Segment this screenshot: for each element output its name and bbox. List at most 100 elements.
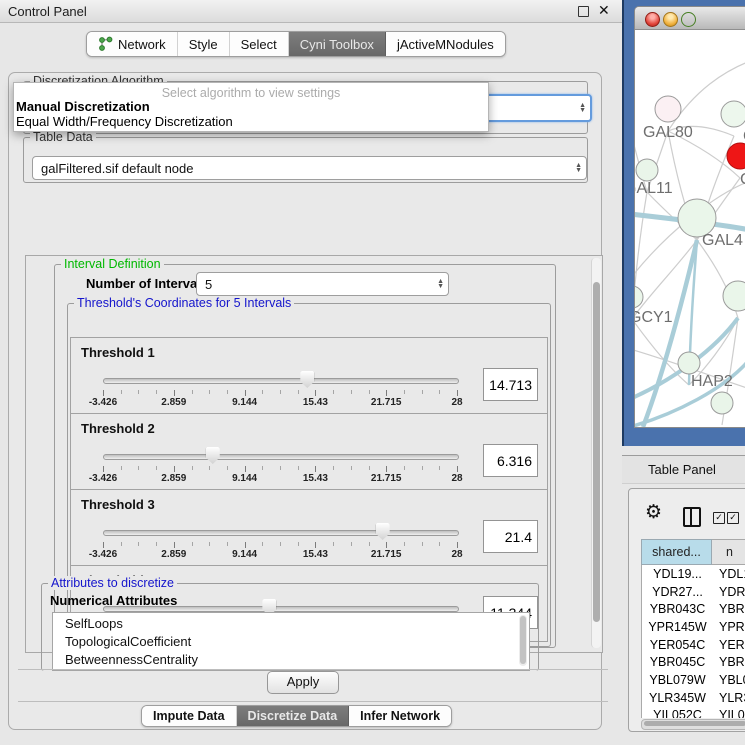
tick-mark (192, 390, 193, 394)
checkbox-icon[interactable]: ✓ (713, 512, 725, 524)
network-node[interactable] (635, 286, 643, 308)
attribute-list-item[interactable]: BetweennessCentrality (53, 651, 529, 669)
column-header-name[interactable]: n (712, 539, 745, 565)
network-canvas[interactable]: GAL80GCGAL11GAL4GCY1HHAP2 (635, 29, 745, 427)
tick-mark (315, 390, 316, 396)
control-panel-tabs: Network Style Select Cyni Toolbox jActiv… (86, 31, 506, 57)
tick-label: 9.144 (220, 473, 270, 484)
divider (18, 669, 608, 670)
popup-option-equal-width-frequency[interactable]: Equal Width/Frequency Discretization (16, 114, 233, 129)
tab-select[interactable]: Select (230, 32, 289, 56)
table-row[interactable]: YER054CYER0 (642, 636, 745, 654)
tick-mark (422, 390, 423, 394)
tick-mark (138, 390, 139, 394)
table-row[interactable]: YBL079WYBL0 (642, 671, 745, 689)
cell-name: YBR0 (713, 602, 745, 616)
column-header-shared-name[interactable]: shared... (641, 539, 712, 565)
list-scrollbar[interactable] (519, 615, 527, 666)
tick-label: -3.426 (78, 397, 128, 408)
threshold-slider-track[interactable] (103, 530, 459, 536)
network-node[interactable] (721, 101, 745, 127)
attribute-list-item[interactable]: SelfLoops (53, 615, 529, 633)
tab-discretize-data[interactable]: Discretize Data (237, 706, 350, 726)
cell-shared-name: YLR345W (642, 691, 713, 705)
tick-label: 9.144 (220, 397, 270, 408)
network-window-titlebar[interactable] (635, 7, 745, 30)
threshold-slider-thumb[interactable] (300, 371, 314, 388)
node-label: GAL11 (635, 180, 673, 197)
threshold-value-field[interactable]: 14.713 (483, 368, 538, 401)
close-icon[interactable]: ✕ (598, 2, 610, 19)
table-row[interactable]: YPR145WYPR1 (642, 618, 745, 636)
tick-mark (121, 542, 122, 546)
table-row[interactable]: YDL19...YDL1 (642, 565, 745, 583)
table-row[interactable]: YDR27...YDR2 (642, 583, 745, 601)
threshold-slider-track[interactable] (103, 378, 459, 384)
table-data-combobox[interactable]: galFiltered.sif default node ▲▼ (32, 156, 587, 180)
network-node[interactable] (636, 159, 658, 181)
tick-label: 15.43 (290, 549, 340, 560)
float-window-icon[interactable] (578, 6, 589, 17)
threshold-value-field[interactable]: 21.4 (483, 520, 538, 553)
tick-mark (245, 542, 246, 548)
tick-label: 15.43 (290, 473, 340, 484)
tick-mark (156, 466, 157, 470)
network-node[interactable] (723, 281, 745, 311)
network-node[interactable] (711, 392, 733, 414)
attribute-list-item[interactable]: TopologicalCoefficient (53, 633, 529, 651)
threshold-slider-thumb[interactable] (206, 447, 220, 464)
gear-icon[interactable]: ⚙ (645, 501, 662, 524)
tick-mark (457, 542, 458, 548)
cell-shared-name: YBR043C (642, 602, 713, 616)
horizontal-scrollbar[interactable] (641, 719, 745, 730)
num-intervals-value: 5 (205, 277, 212, 292)
tab-jactivemnodules[interactable]: jActiveMNodules (386, 32, 505, 56)
tab-impute-data[interactable]: Impute Data (142, 706, 237, 726)
tick-label: 28 (432, 397, 482, 408)
scrollbar-thumb[interactable] (520, 616, 526, 664)
cyni-toolbox-panel: Discretization Algorithm ▲▼ Table Data g… (8, 72, 602, 730)
table-row[interactable]: YBR045CYBR0 (642, 653, 745, 671)
tick-mark (245, 390, 246, 396)
threshold-value-field[interactable]: 6.316 (483, 444, 538, 477)
table-row[interactable]: YLR345WYLR3 (642, 689, 745, 707)
network-node[interactable] (678, 352, 700, 374)
network-view-window[interactable]: GAL80GCGAL11GAL4GCY1HHAP2 (634, 6, 745, 428)
tab-cyni-toolbox[interactable]: Cyni Toolbox (289, 32, 386, 56)
tick-mark (439, 542, 440, 546)
threshold-slider-track[interactable] (103, 454, 459, 460)
attributes-title: Attributes to discretize (48, 576, 177, 590)
zoom-traffic-light-icon[interactable] (681, 12, 696, 27)
scrollbar-thumb[interactable] (593, 282, 600, 622)
tick-label: 15.43 (290, 397, 340, 408)
table-row[interactable]: YIL052CYIL0 (642, 707, 745, 719)
tick-mark (280, 466, 281, 470)
tick-mark (262, 390, 263, 394)
tab-style[interactable]: Style (178, 32, 230, 56)
tab-network[interactable]: Network (87, 32, 178, 56)
tick-mark (209, 466, 210, 470)
threshold-slider-thumb[interactable] (376, 523, 390, 540)
cell-shared-name: YDR27... (642, 585, 713, 599)
close-traffic-light-icon[interactable] (645, 12, 660, 27)
tick-mark (174, 390, 175, 396)
minimize-traffic-light-icon[interactable] (663, 12, 678, 27)
tick-mark (298, 466, 299, 470)
num-intervals-combobox[interactable]: 5 ▲▼ (196, 272, 449, 296)
tick-mark (422, 466, 423, 470)
tick-mark (351, 466, 352, 470)
tick-mark (386, 466, 387, 472)
checkbox-icon[interactable]: ✓ (727, 512, 739, 524)
apply-button[interactable]: Apply (267, 671, 339, 694)
popup-option-manual-discretization[interactable]: Manual Discretization (16, 99, 150, 114)
cell-name: YER0 (713, 638, 745, 652)
tab-infer-network[interactable]: Infer Network (349, 706, 451, 726)
scrollbar-thumb[interactable] (644, 721, 745, 726)
split-columns-icon[interactable] (683, 507, 701, 527)
tick-mark (103, 542, 104, 548)
vertical-scrollbar[interactable] (591, 258, 601, 648)
numerical-attributes-label: Numerical Attributes (50, 593, 177, 608)
network-node[interactable] (655, 96, 681, 122)
cell-shared-name: YDL19... (642, 567, 713, 581)
table-row[interactable]: YBR043CYBR0 (642, 600, 745, 618)
